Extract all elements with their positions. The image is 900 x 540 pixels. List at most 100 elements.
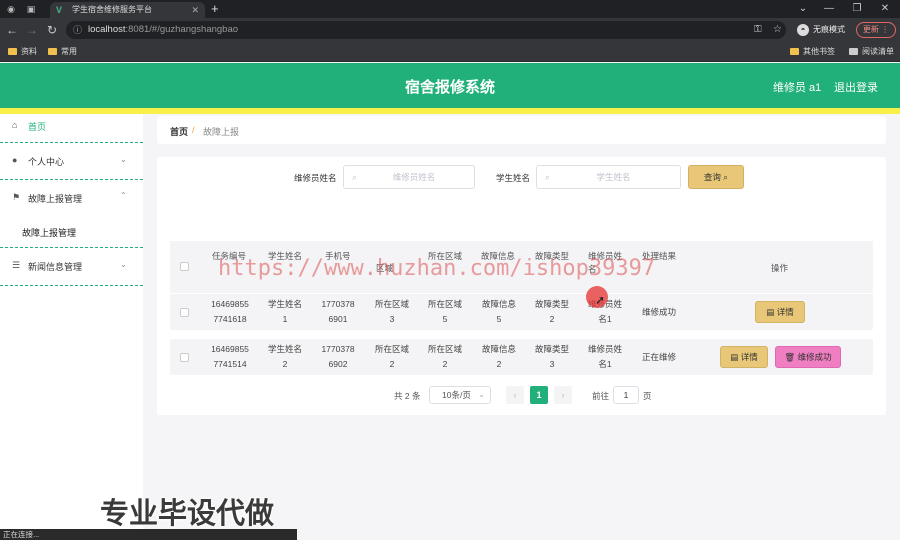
detail-button[interactable]: ▤ 详情 (720, 346, 768, 368)
fault-cell: 故障信息 2 (476, 342, 522, 372)
area-line: 2 (389, 359, 395, 369)
goto-label: 前往 (592, 391, 610, 401)
repairer-line: 名1 (598, 314, 612, 324)
location-line: 5 (442, 314, 448, 324)
reading-list-icon (849, 48, 858, 55)
reading-list[interactable]: 阅读清单 (849, 42, 894, 61)
sidebar-item-news[interactable]: ☰ 新闻信息管理 ⌄ (0, 248, 143, 286)
key-icon[interactable]: ⚿ (754, 21, 762, 39)
bookmark-label: 阅读清单 (862, 47, 894, 56)
pinned-tab-icon[interactable]: ▣ (24, 2, 38, 16)
chevron-down-icon: ⌄ (120, 155, 127, 164)
tab-search-icon[interactable]: ⌄ (794, 1, 812, 17)
sidebar-subitem-fault-report[interactable]: 故障上报管理 (22, 226, 76, 239)
home-icon: ⌂ (12, 120, 18, 130)
folder-icon (48, 48, 57, 55)
task-no-line: 16469855 (211, 299, 249, 309)
overlay-caption: 专业毕设代做 (100, 498, 275, 530)
sidebar-item-profile[interactable]: ● 个人中心 ⌄ (0, 143, 143, 180)
select-all-checkbox[interactable] (180, 262, 189, 271)
browser-menu-icon[interactable]: ◉ (4, 2, 18, 16)
bookmark-star-icon[interactable]: ☆ (773, 21, 782, 39)
incognito-icon: ◓ (797, 24, 809, 36)
bookmarks-bar: 资料 常用 其他书签 阅读清单 (0, 42, 900, 62)
location-line: 所在区域 (427, 344, 462, 354)
location-cell: 所在区域 2 (422, 342, 468, 372)
close-window-icon[interactable]: ✕ (876, 1, 894, 17)
bookmark-folder-2[interactable]: 常用 (48, 42, 77, 61)
repairer-line: 名1 (598, 359, 612, 369)
task-no-cell: 16469855 7741514 (206, 342, 254, 372)
prev-page-button[interactable]: ‹ (506, 386, 524, 404)
new-tab-icon[interactable]: + (211, 1, 219, 17)
doc-icon: ▤ (766, 307, 775, 317)
repair-success-button[interactable]: 🗑 维修成功 (775, 346, 841, 368)
fault-line: 2 (496, 359, 502, 369)
task-no-cell: 16469855 7741618 (206, 297, 254, 327)
back-icon[interactable]: ← (4, 22, 20, 38)
maximize-icon[interactable]: ❐ (848, 1, 866, 17)
fault-type-line: 3 (549, 359, 555, 369)
query-button[interactable]: 查询 ⌕ (688, 165, 744, 189)
info-icon[interactable]: ⓘ (73, 21, 82, 39)
task-no-line: 7741618 (213, 314, 247, 324)
student-cell: 学生姓名 1 (262, 297, 308, 327)
app-title: 宿舍报修系统 (404, 79, 495, 96)
sidebar-item-home[interactable]: ⌂ 首页 (0, 114, 143, 143)
bookmark-folder-1[interactable]: 资料 (8, 42, 37, 61)
task-no-line: 16469855 (211, 344, 249, 354)
repairer-cell: 维修员姓名1 (582, 342, 628, 372)
browser-toolbar: ← → ↻ ⓘ localhost:8081/#/guzhangshangbao… (0, 18, 900, 42)
pagination-total: 共 2 条 (394, 391, 421, 401)
breadcrumb: 首页 / 故障上报 (157, 116, 886, 144)
phone-line: 1770378 (321, 299, 355, 309)
fault-cell: 故障信息 5 (476, 297, 522, 327)
query-label: 查询 (703, 172, 721, 182)
page-size-select[interactable]: 10条/页 ⌄ (429, 386, 491, 404)
sidebar-item-fault-report[interactable]: ⚑ 故障上报管理 ⌃ 故障上报管理 (0, 180, 143, 248)
area-line: 所在区域 (374, 344, 409, 354)
logout-link[interactable]: 退出登录 (834, 79, 878, 95)
url-path: :8081/#/guzhangshangbao (125, 24, 239, 35)
update-label: 更新 (862, 25, 879, 34)
vue-favicon-icon: V (56, 5, 63, 15)
student-name-placeholder: 学生姓名 (596, 172, 631, 182)
bookmark-label: 其他书签 (803, 47, 835, 56)
reload-icon[interactable]: ↻ (44, 22, 60, 38)
incognito-profile[interactable]: ◓ 无痕模式 (797, 21, 845, 39)
student-name-label: 学生姓名 (496, 173, 531, 183)
student-cell: 学生姓名 2 (262, 342, 308, 372)
goto-page-input[interactable]: 1 (613, 386, 639, 404)
minimize-icon[interactable]: — (820, 1, 838, 17)
breadcrumb-separator: / (192, 125, 195, 135)
forward-icon[interactable]: → (24, 22, 40, 38)
location-line: 2 (442, 359, 448, 369)
row-checkbox[interactable] (180, 353, 189, 362)
tab-close-icon[interactable]: ✕ (191, 2, 199, 18)
browser-tab[interactable]: V 学生宿舍维修服务平台 ✕ (50, 2, 205, 18)
bookmark-label: 常用 (61, 47, 77, 56)
folder-icon (790, 48, 799, 55)
student-name-input[interactable]: ⌕ 学生姓名 (536, 165, 681, 189)
detail-button[interactable]: ▤ 详情 (755, 301, 805, 323)
page-number-current[interactable]: 1 (530, 386, 548, 404)
other-bookmarks[interactable]: 其他书签 (790, 42, 835, 61)
student-line: 1 (282, 314, 288, 324)
address-bar[interactable]: ⓘ localhost:8081/#/guzhangshangbao (66, 21, 786, 39)
update-button[interactable]: 更新 ⋮ (856, 22, 896, 38)
status-bar: 正在连接... (0, 529, 297, 540)
bookmark-label: 资料 (21, 47, 37, 56)
breadcrumb-home[interactable]: 首页 (170, 125, 188, 138)
current-user: 维修员 a1 (773, 82, 822, 94)
row-checkbox[interactable] (180, 308, 189, 317)
repairer-name-input[interactable]: ⌕ 维修员姓名 (343, 165, 475, 189)
result-cell: 正在维修 (641, 352, 676, 362)
repairer-name-placeholder: 维修员姓名 (392, 172, 436, 182)
search-icon: ⌕ (352, 172, 358, 182)
breadcrumb-current: 故障上报 (203, 127, 240, 137)
phone-line: 1770378 (321, 344, 355, 354)
next-page-button[interactable]: › (554, 386, 572, 404)
detail-label: 详情 (740, 352, 758, 362)
flag-icon: ⚑ (12, 192, 21, 202)
student-line: 学生姓名 (267, 299, 302, 309)
